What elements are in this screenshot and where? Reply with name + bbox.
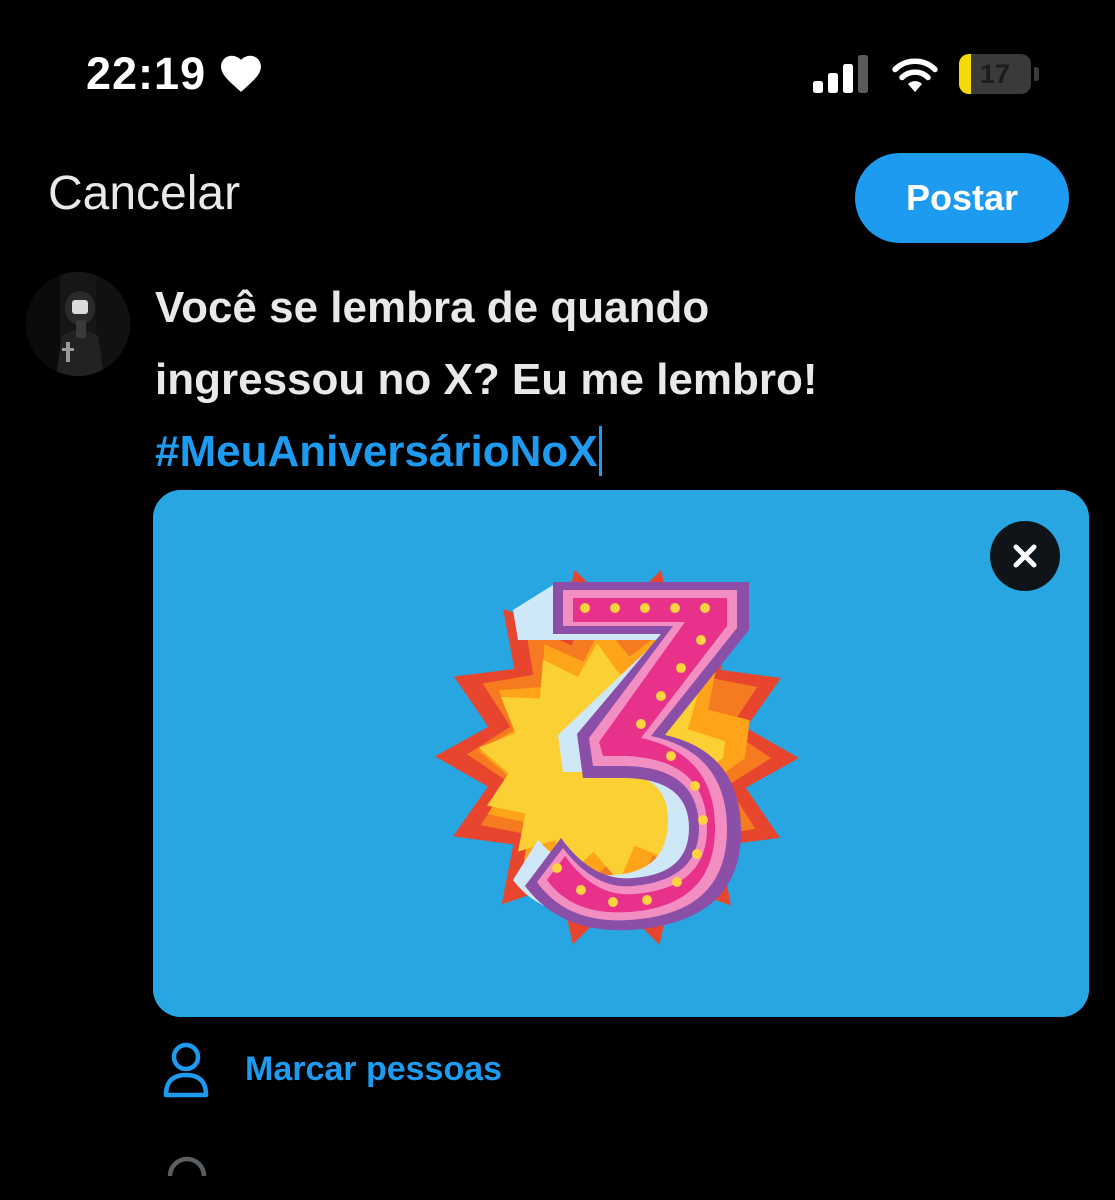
person-icon bbox=[160, 1040, 212, 1098]
location-icon[interactable] bbox=[162, 1146, 212, 1177]
compose-text-area[interactable]: Você se lembra de quando ingressou no X?… bbox=[155, 272, 1085, 488]
media-attachment[interactable] bbox=[153, 490, 1089, 1017]
tag-people-button[interactable]: Marcar pessoas bbox=[160, 1040, 502, 1098]
wifi-icon bbox=[891, 55, 939, 93]
battery-indicator: 17 bbox=[959, 54, 1031, 94]
heart-icon bbox=[220, 54, 262, 94]
battery-fill bbox=[959, 54, 972, 94]
cancel-button[interactable]: Cancelar bbox=[48, 166, 240, 221]
status-time-group: 22:19 bbox=[86, 48, 262, 100]
status-bar: 22:19 17 bbox=[0, 0, 1115, 150]
avatar[interactable] bbox=[26, 272, 130, 376]
status-indicators: 17 bbox=[813, 54, 1039, 94]
remove-media-button[interactable] bbox=[990, 521, 1060, 591]
cellular-signal-icon bbox=[813, 55, 869, 93]
text-cursor bbox=[598, 426, 602, 476]
anniversary-3-illustration bbox=[153, 490, 1089, 1017]
status-time: 22:19 bbox=[86, 48, 207, 99]
battery-cap bbox=[1034, 67, 1039, 81]
compose-line-1: Você se lembra de quando bbox=[155, 283, 710, 332]
compose-line-2: ingressou no X? Eu me lembro! bbox=[155, 355, 818, 404]
close-icon bbox=[1013, 544, 1037, 568]
compose-line-3: #MeuAniversárioNoX bbox=[155, 416, 1085, 488]
battery-level: 17 bbox=[979, 58, 1011, 89]
tag-people-label: Marcar pessoas bbox=[245, 1049, 503, 1088]
post-button[interactable]: Postar bbox=[855, 153, 1069, 243]
hashtag-link[interactable]: #MeuAniversárioNoX bbox=[155, 427, 598, 476]
